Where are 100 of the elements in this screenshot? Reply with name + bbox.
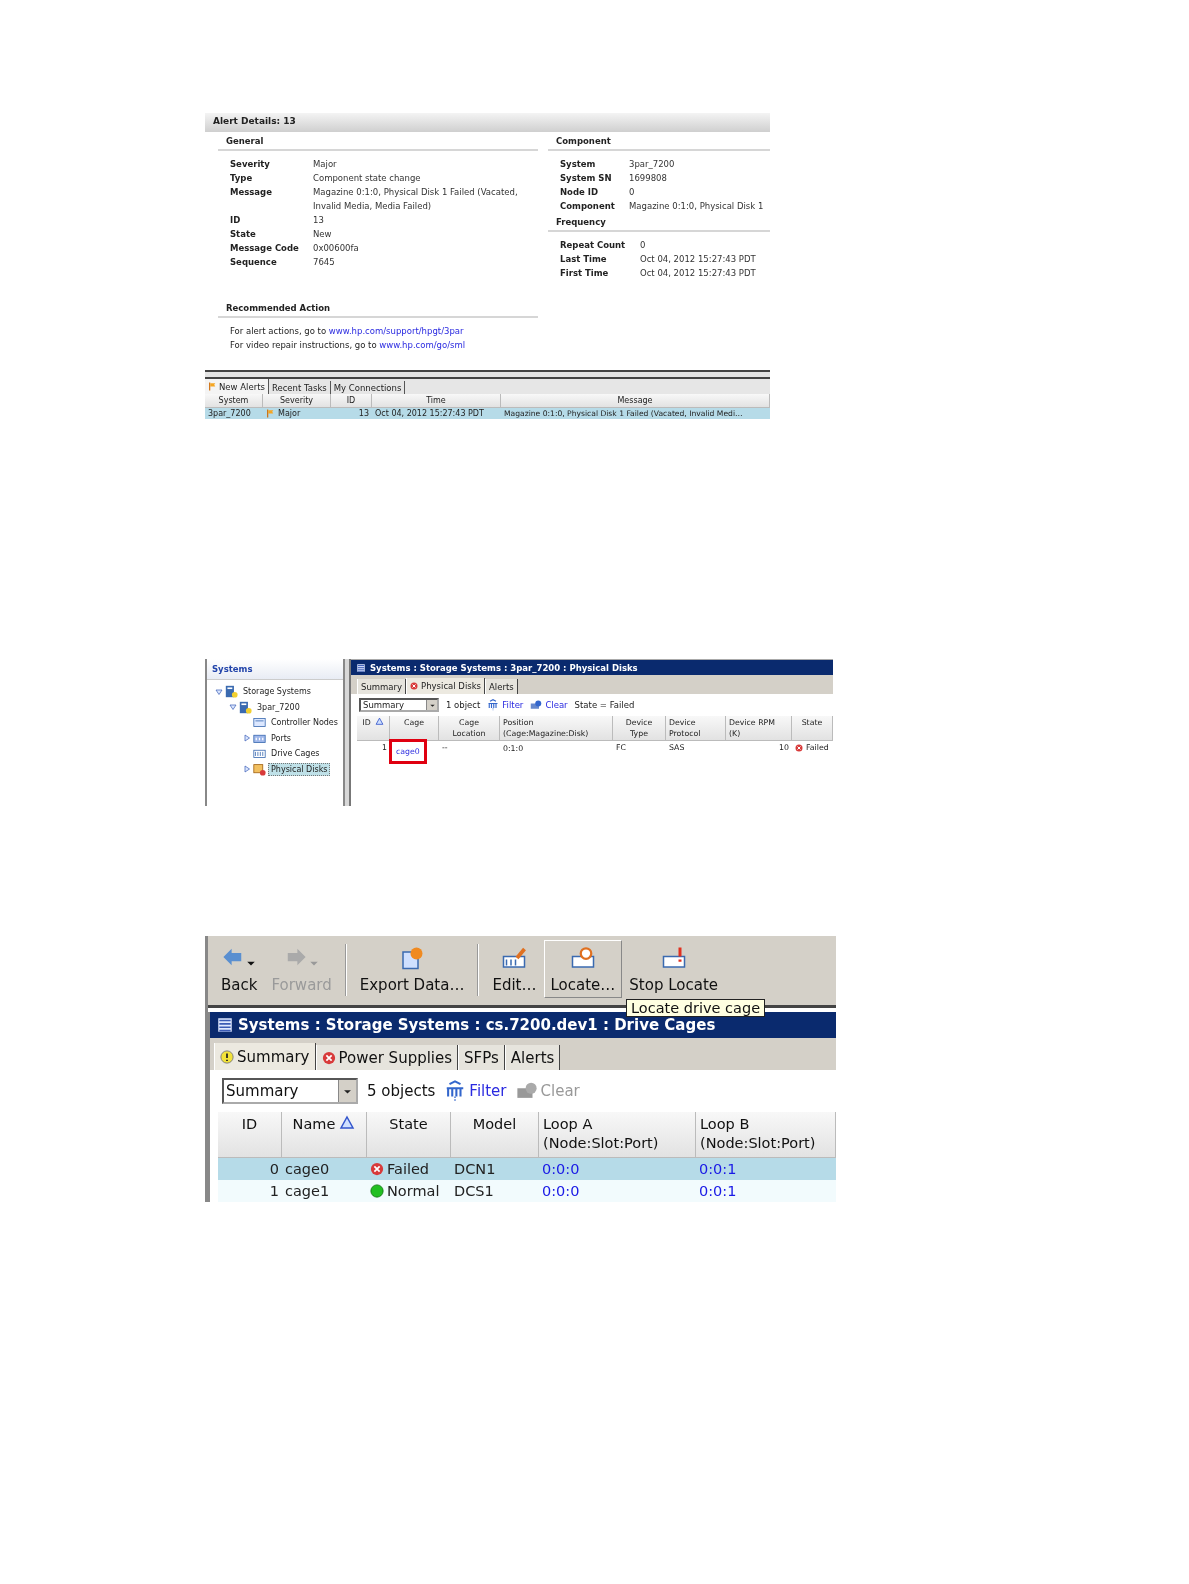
toolbar-button[interactable]: Back bbox=[214, 940, 265, 998]
field-value: 0 bbox=[640, 239, 647, 252]
field-value: Component state change bbox=[313, 172, 422, 185]
edit-cage-icon bbox=[502, 946, 527, 970]
table-cell: Major bbox=[278, 409, 301, 418]
column-header[interactable]: Message bbox=[501, 394, 770, 408]
field-label: System SN bbox=[560, 172, 613, 185]
table-cell: Normal bbox=[387, 1183, 440, 1199]
splitter-bar[interactable] bbox=[205, 370, 770, 379]
column-header[interactable]: Name bbox=[282, 1112, 367, 1158]
object-count: 1 object bbox=[446, 700, 481, 710]
table-cell: Oct 04, 2012 15:27:43 PDT bbox=[372, 408, 501, 419]
warning-icon bbox=[220, 1049, 234, 1064]
view-select[interactable]: Summary bbox=[222, 1078, 358, 1104]
table-cell: 0:0:1 bbox=[696, 1158, 836, 1180]
toolbar-button[interactable]: Export Data… bbox=[352, 940, 472, 998]
column-header[interactable]: Loop B (Node:Slot:Port) bbox=[696, 1112, 836, 1158]
error-icon bbox=[321, 1050, 336, 1065]
filter-status: State = Failed bbox=[574, 700, 635, 710]
tab[interactable]: SFPs bbox=[458, 1045, 505, 1070]
link[interactable]: www.hp.com/support/hpgt/3par bbox=[328, 326, 464, 336]
field-label: Message bbox=[230, 186, 273, 199]
column-header[interactable]: State bbox=[367, 1112, 451, 1158]
field-label: Component bbox=[560, 200, 616, 213]
field-value: Oct 04, 2012 15:27:43 PDT bbox=[640, 267, 757, 280]
field-value: 1699808 bbox=[629, 172, 668, 185]
tree-item[interactable]: Ports bbox=[268, 731, 295, 745]
tree-item[interactable]: Controller Nodes bbox=[268, 716, 341, 730]
table-cell: 0 bbox=[218, 1158, 282, 1180]
column-header[interactable]: Loop A (Node:Slot:Port) bbox=[539, 1112, 696, 1158]
column-header[interactable]: ID bbox=[331, 394, 372, 408]
table-cell: DCS1 bbox=[451, 1180, 539, 1202]
instruction-text: For alert actions, go to bbox=[230, 326, 328, 336]
sort-ascending-icon bbox=[339, 1115, 356, 1131]
tree-item[interactable]: Physical Disks bbox=[268, 762, 331, 776]
toolbar-button[interactable]: Edit… bbox=[485, 940, 544, 998]
column-header[interactable]: Severity bbox=[263, 394, 331, 408]
field-value: New bbox=[313, 228, 333, 241]
field-label: Repeat Count bbox=[560, 239, 627, 252]
tab[interactable]: Alerts bbox=[504, 1045, 561, 1070]
clear-link[interactable]: Clear bbox=[530, 699, 568, 711]
table-cell: 13 bbox=[331, 408, 372, 419]
object-count: 5 objects bbox=[367, 1082, 436, 1100]
section-heading: General bbox=[218, 132, 538, 151]
sidebar-title: Systems bbox=[207, 659, 343, 680]
tab[interactable]: Summary bbox=[357, 679, 407, 694]
stop-locate-icon bbox=[661, 946, 686, 970]
disk-error-icon bbox=[253, 762, 266, 776]
section-heading: Frequency bbox=[548, 213, 770, 232]
error-icon bbox=[410, 682, 419, 690]
tree-item[interactable]: Storage Systems bbox=[240, 685, 314, 699]
table-cell: Failed bbox=[387, 1161, 430, 1177]
column-header[interactable]: Model bbox=[451, 1112, 539, 1158]
field-label: ID bbox=[230, 214, 242, 227]
locate-cage-icon bbox=[570, 946, 595, 970]
field-label: First Time bbox=[560, 267, 610, 280]
breadcrumb-path: Systems : Storage Systems : cs.7200.dev1 : Drive Cages bbox=[238, 1016, 716, 1034]
instruction-text: For video repair instructions, go to bbox=[230, 340, 378, 350]
tab[interactable]: Power Supplies bbox=[315, 1045, 459, 1070]
field-label: Last Time bbox=[560, 253, 608, 266]
tab[interactable]: Physical Disks bbox=[406, 678, 486, 694]
field-value: 7645 bbox=[313, 256, 336, 269]
field-label: Severity bbox=[230, 158, 271, 171]
view-select[interactable]: Summary bbox=[359, 698, 439, 712]
field-value: 0 bbox=[629, 186, 636, 199]
section-heading: Recommended Action bbox=[218, 299, 538, 318]
field-value: 0x00600fa bbox=[313, 242, 360, 255]
field-value: Oct 04, 2012 15:27:43 PDT bbox=[640, 253, 757, 266]
field-value: 3par_7200 bbox=[629, 158, 676, 171]
table-cell: 0:0:0 bbox=[539, 1180, 696, 1202]
tree-item[interactable]: 3par_7200 bbox=[254, 700, 303, 714]
field-value: Magazine 0:1:0, Physical Disk 1 bbox=[629, 200, 765, 213]
filter-icon bbox=[487, 699, 500, 711]
field-value: Major bbox=[313, 158, 338, 171]
field-label: Type bbox=[230, 172, 254, 185]
toolbar-button[interactable]: Locate… bbox=[543, 940, 623, 998]
tree-item[interactable]: Drive Cages bbox=[268, 747, 323, 761]
tab[interactable]: Alerts bbox=[485, 679, 518, 694]
field-value: Magazine 0:1:0, Physical Disk 1 Failed (Vacated, Invalid Media, Media Failed) bbox=[313, 186, 519, 213]
filter-link[interactable]: Filter bbox=[444, 1080, 507, 1102]
field-label: System bbox=[560, 158, 597, 171]
link[interactable]: www.hp.com/go/sml bbox=[379, 340, 466, 350]
toolbar-button[interactable]: Stop Locate bbox=[622, 940, 726, 998]
tab[interactable]: New Alerts bbox=[205, 379, 269, 394]
drive-cage-icon bbox=[253, 747, 266, 761]
table-cell: 0:0:0 bbox=[539, 1158, 696, 1180]
column-header[interactable]: Time bbox=[372, 394, 501, 408]
tooltip: Locate drive cage bbox=[626, 999, 766, 1017]
export-icon bbox=[400, 946, 425, 970]
field-label: State bbox=[230, 228, 257, 241]
field-label: Sequence bbox=[230, 256, 278, 269]
clear-filter-icon bbox=[530, 699, 543, 711]
controller-icon bbox=[253, 716, 266, 730]
column-header[interactable]: ID bbox=[218, 1112, 282, 1158]
filter-link[interactable]: Filter bbox=[487, 699, 524, 711]
field-value: 13 bbox=[313, 214, 325, 227]
breadcrumb-path: Systems : Storage Systems : 3par_7200 : Physical Disks bbox=[370, 662, 638, 673]
tab[interactable]: Summary bbox=[214, 1043, 316, 1070]
column-header[interactable]: System bbox=[205, 394, 263, 408]
flag-icon bbox=[208, 382, 217, 391]
